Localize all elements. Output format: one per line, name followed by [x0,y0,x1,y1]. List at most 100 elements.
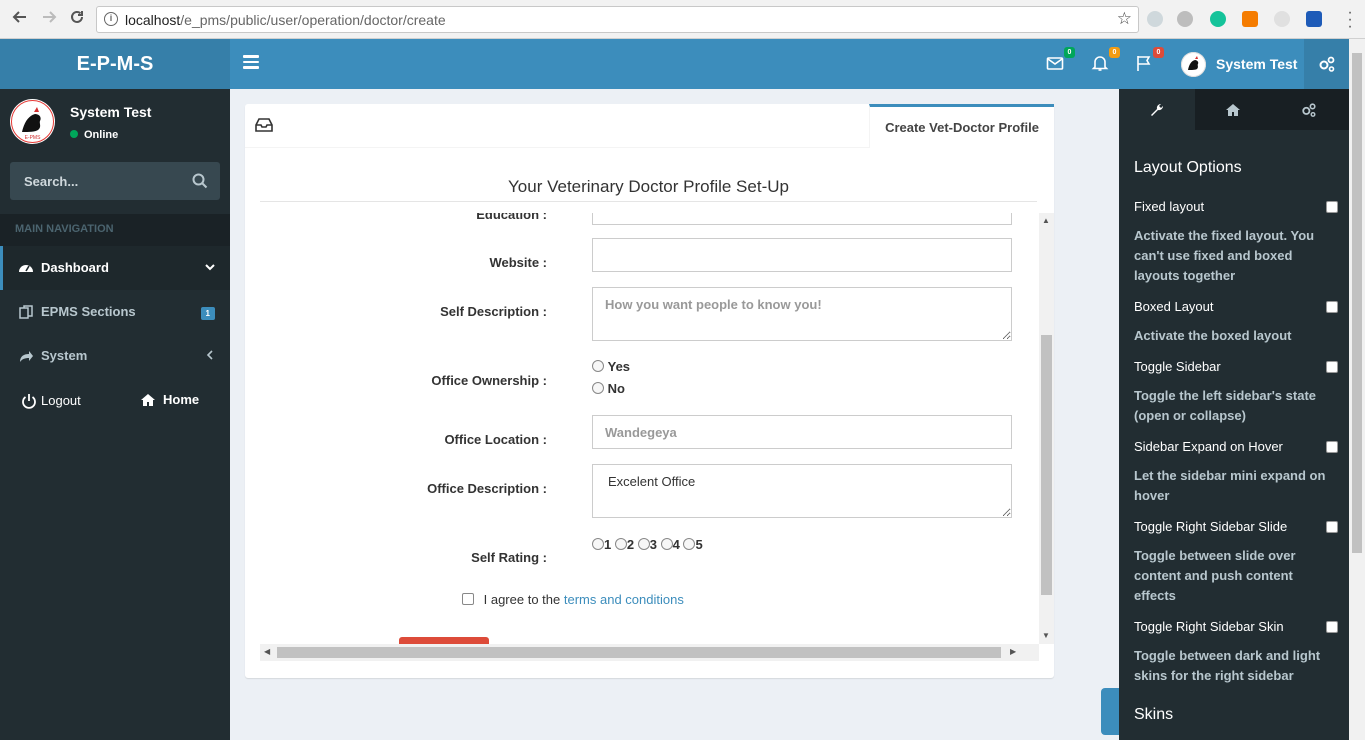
layout-options-heading: Layout Options [1134,159,1242,176]
sidebar-item-label: EPMS Sections [41,304,136,319]
chevron-down-icon [205,246,215,290]
form-vertical-scrollbar[interactable]: ▲ ▼ [1039,213,1054,644]
page-vertical-scrollbar[interactable] [1349,39,1365,740]
tasks-flag-icon[interactable]: 0 [1135,47,1164,74]
sidebar-item-dashboard[interactable]: Dashboard [0,246,230,290]
home-icon [141,394,155,406]
main-sidebar: E-PMS System Test Online MAIN NAVIGATION… [0,89,230,740]
sidebar-expand-hover-checkbox[interactable] [1326,441,1338,453]
content-wrapper: Create Vet-Doctor Profile Your Veterinar… [230,89,1119,740]
office-description-textarea[interactable]: Excelent Office [592,464,1012,518]
tab-settings[interactable] [1271,89,1347,130]
sidebar-search [10,162,220,200]
skins-heading: Skins [1134,706,1174,723]
tab-layout-options[interactable] [1119,89,1195,130]
education-input[interactable] [592,213,1012,225]
scrollbar-thumb[interactable] [1352,53,1362,553]
extension-icon[interactable] [1274,11,1290,27]
self-description-textarea[interactable] [592,287,1012,341]
form-scroll-area: Education : Website : Self Description :… [260,213,1039,644]
extension-icon[interactable] [1242,11,1258,27]
option-right-sidebar-slide: Toggle Right Sidebar Slide Toggle betwee… [1134,519,1338,606]
radio-no[interactable] [592,382,604,394]
extension-icon[interactable] [1147,11,1163,27]
rating-radio-4[interactable] [660,538,673,550]
user-name: System Test [1216,56,1298,72]
notifications-bell-icon[interactable]: 0 [1091,47,1120,74]
user-avatar [1181,52,1206,77]
scrollbar-thumb[interactable] [277,647,1001,658]
sidebar-item-system[interactable]: System [0,334,230,378]
sidebar-toggle-icon[interactable] [243,55,259,69]
power-icon [22,394,36,409]
office-location-input[interactable] [592,415,1012,449]
floating-tab-button[interactable] [1101,688,1119,735]
extension-icon[interactable] [1177,11,1193,27]
boxed-layout-checkbox[interactable] [1326,301,1338,313]
inbox-icon[interactable] [255,118,273,132]
right-sidebar-skin-checkbox[interactable] [1326,621,1338,633]
rating-radio-1[interactable] [592,538,604,550]
home-icon [1226,104,1240,116]
office-description-label: Office Description : [427,481,547,496]
gears-icon [1302,103,1316,117]
scroll-down-arrow-icon[interactable]: ▼ [1042,631,1050,640]
terms-link[interactable]: terms and conditions [564,592,684,607]
scroll-left-arrow-icon[interactable]: ◀ [264,647,270,656]
sidebar-item-epms-sections[interactable]: EPMS Sections 1 [0,290,230,334]
website-input[interactable] [592,238,1012,272]
ownership-option-yes[interactable]: Yes [592,359,630,374]
form-horizontal-scrollbar[interactable]: ◀ ▶ [260,644,1039,661]
browser-menu-icon[interactable]: · · · [1347,5,1353,35]
control-sidebar-tabs [1119,89,1349,130]
sidebar-item-home[interactable]: Home [140,378,220,422]
sidebar-item-label: System [41,348,88,363]
user-menu[interactable]: System Test [1170,39,1304,89]
forward-arrow-icon[interactable] [39,9,59,29]
address-bar[interactable]: i localhost/e_pms/public/user/operation/… [96,6,1139,33]
gears-icon [1319,56,1335,72]
notifications-badge: 0 [1109,47,1120,58]
reload-icon[interactable] [67,9,87,29]
ownership-option-no[interactable]: No [592,381,625,396]
tab-home[interactable] [1195,89,1271,130]
messages-envelope-icon[interactable]: 0 [1046,47,1075,74]
bookmark-star-icon[interactable]: ☆ [1117,9,1132,29]
rating-radio-2[interactable] [614,538,627,550]
search-icon[interactable] [192,173,208,189]
logout-label: Logout [41,393,81,408]
fixed-layout-checkbox[interactable] [1326,201,1338,213]
app-logo[interactable]: E-P-M-S [0,39,230,89]
website-label: Website : [489,255,547,270]
count-badge: 1 [200,307,215,320]
radio-yes[interactable] [592,360,604,372]
submit-button[interactable] [399,637,489,644]
scroll-up-arrow-icon[interactable]: ▲ [1042,216,1050,225]
grammarly-icon[interactable] [1210,11,1226,27]
dashboard-icon [19,265,33,272]
scrollbar-thumb[interactable] [1041,335,1052,595]
control-sidebar-toggle[interactable] [1304,39,1349,89]
home-label: Home [163,392,200,407]
office-ownership-label: Office Ownership : [431,373,547,388]
copy-icon [19,305,33,319]
share-arrow-icon [20,351,33,362]
agree-checkbox[interactable] [462,593,474,605]
terms-agreement: I agree to the terms and conditions [462,592,684,607]
info-icon[interactable]: i [104,12,118,26]
user-avatar: E-PMS [10,99,55,144]
option-right-sidebar-skin: Toggle Right Sidebar Skin Toggle between… [1134,619,1338,686]
toggle-sidebar-checkbox[interactable] [1326,361,1338,373]
tab-create-vet-doctor-profile[interactable]: Create Vet-Doctor Profile [869,104,1054,148]
back-arrow-icon[interactable] [10,9,30,29]
scroll-right-arrow-icon[interactable]: ▶ [1010,647,1016,656]
profile-form-box: Create Vet-Doctor Profile Your Veterinar… [245,104,1054,678]
rating-radio-5[interactable] [683,538,696,550]
extension-icon[interactable] [1306,11,1322,27]
search-input[interactable] [10,162,185,200]
right-sidebar-slide-checkbox[interactable] [1326,521,1338,533]
self-rating-label: Self Rating : [471,550,547,565]
tab-bar: Create Vet-Doctor Profile [245,104,1054,148]
rating-radio-3[interactable] [637,538,650,550]
chevron-left-icon [205,334,215,378]
